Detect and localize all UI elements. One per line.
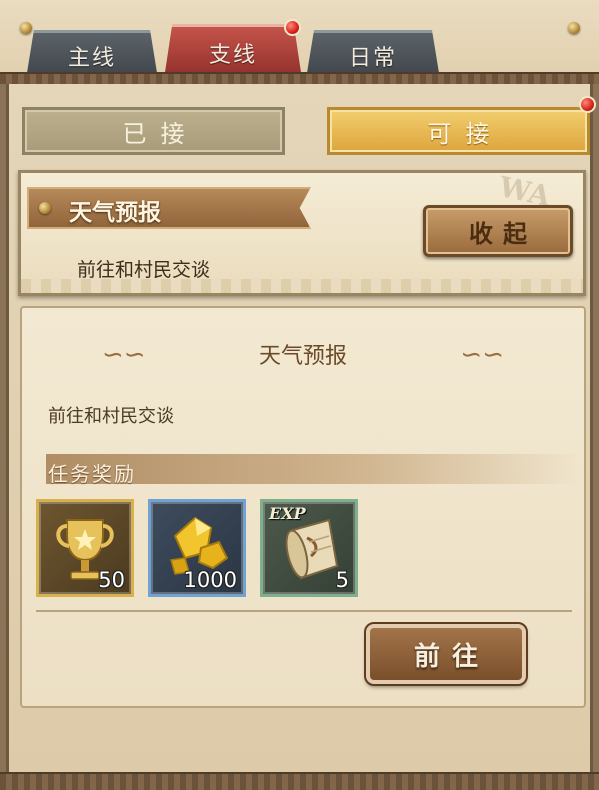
tab-divider: [0, 72, 599, 84]
reward-count: 5: [335, 568, 349, 592]
notification-dot-icon: [284, 19, 301, 36]
reward-item-gold-ore[interactable]: 1000: [148, 499, 246, 597]
go-label: 前往: [413, 641, 490, 672]
pin-icon: [39, 202, 51, 214]
tab-label: 日常: [348, 46, 397, 71]
quest-title: 天气预报: [69, 199, 161, 226]
tab-side-quest[interactable]: 支线: [164, 24, 302, 79]
filter-label: 可接: [427, 119, 504, 148]
corner-pin-icon: [20, 22, 32, 34]
go-button[interactable]: 前往: [364, 622, 528, 686]
filter-label: 已接: [122, 119, 199, 148]
reward-item-exp-scroll[interactable]: EXP 5: [260, 499, 358, 597]
reward-count: 50: [98, 568, 125, 592]
quest-detail-panel: ∽∽ 天气预报 ∽∽ 前往和村民交谈 任务奖励 50 1000 EXP 5 前往: [20, 306, 586, 708]
tab-label: 主线: [67, 46, 116, 71]
collapse-label: 收起: [469, 218, 537, 248]
corner-pin-icon: [568, 22, 580, 34]
filter-available-button[interactable]: 可接: [327, 107, 590, 155]
quest-list-item[interactable]: WA 天气预报 前往和村民交谈 收起: [18, 170, 586, 296]
bottom-border: [0, 772, 599, 790]
reward-count: 1000: [183, 568, 237, 592]
reward-item-trophy[interactable]: 50: [36, 499, 134, 597]
quest-description: 前往和村民交谈: [77, 259, 211, 281]
tab-label: 支线: [208, 43, 257, 68]
notification-dot-icon: [579, 96, 596, 113]
exp-label: EXP: [269, 504, 306, 523]
collapse-button[interactable]: 收起: [423, 205, 573, 257]
rewards-heading: 任务奖励: [48, 462, 136, 486]
right-swirl-icon: ∽∽: [460, 340, 504, 370]
detail-description: 前往和村民交谈: [48, 406, 174, 427]
filter-accepted-button[interactable]: 已接: [22, 107, 285, 155]
divider: [36, 610, 572, 612]
